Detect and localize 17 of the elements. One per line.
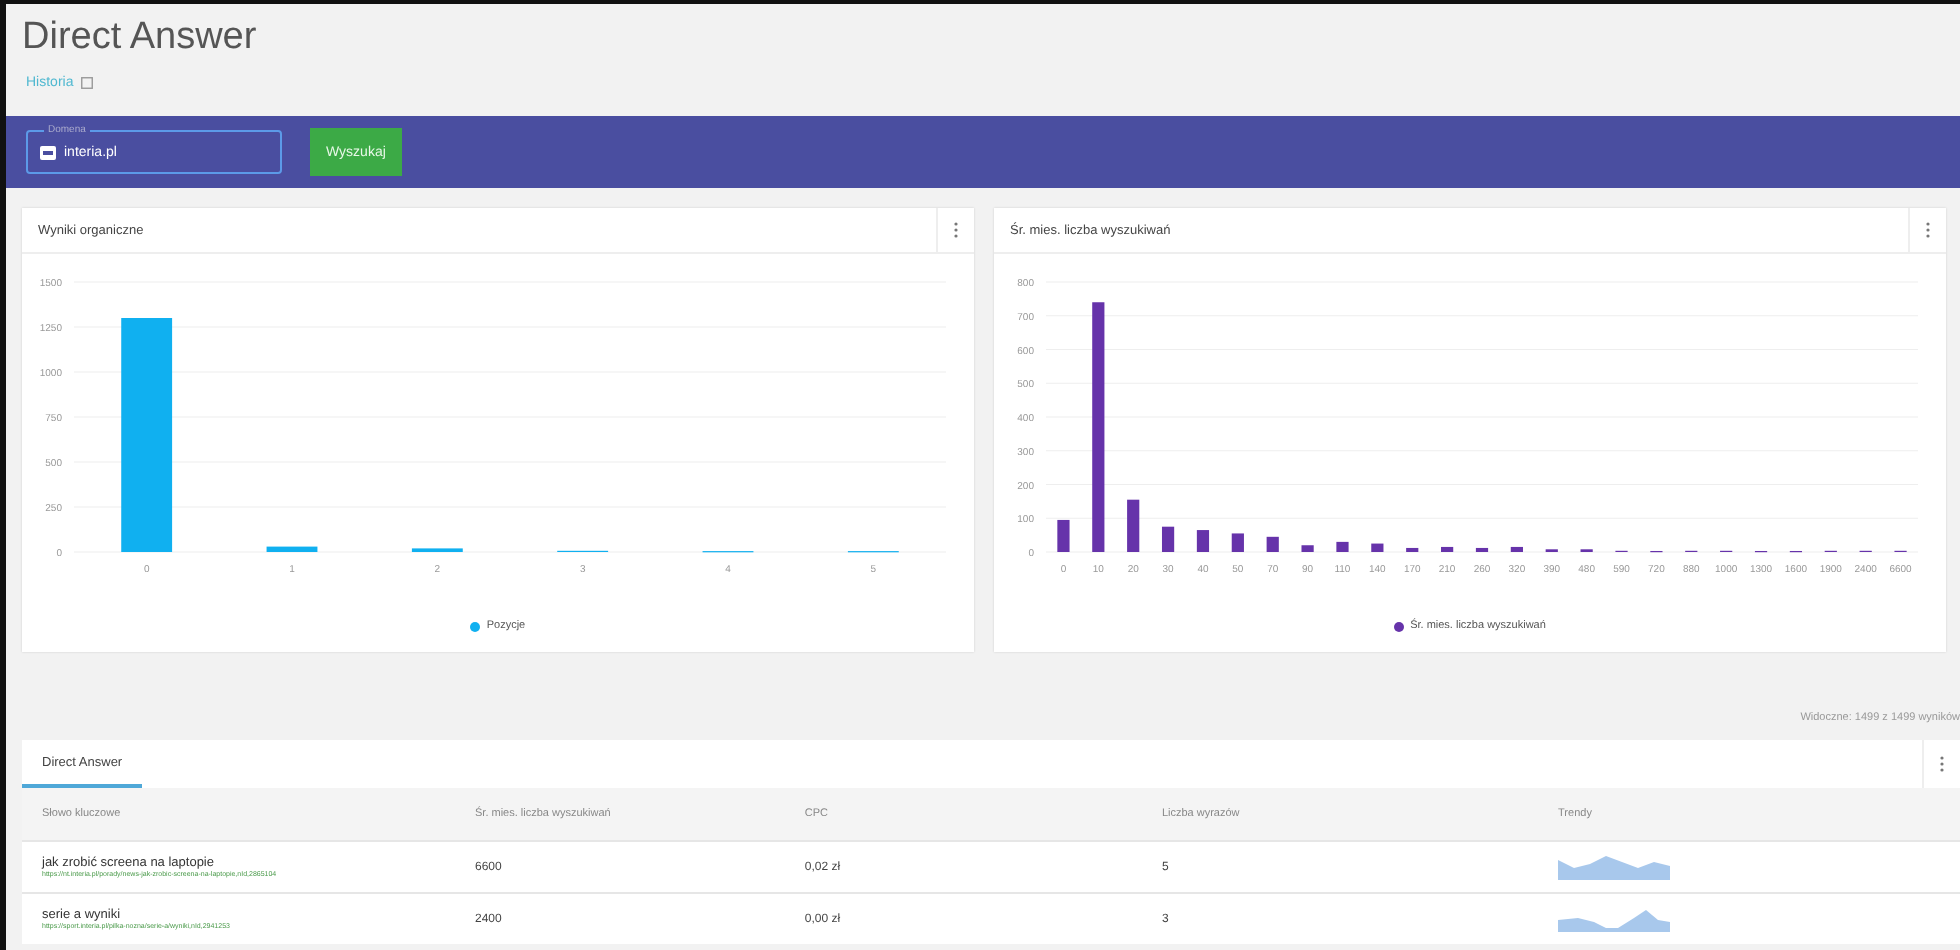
bar bbox=[1162, 526, 1175, 552]
page-title: Direct Answer bbox=[20, 14, 259, 60]
bar bbox=[1510, 546, 1523, 552]
bar bbox=[1441, 546, 1454, 552]
bar bbox=[1406, 547, 1419, 552]
trend-sparkline bbox=[1558, 851, 1671, 879]
bar bbox=[1127, 499, 1140, 552]
bar bbox=[1475, 547, 1489, 552]
bar bbox=[1336, 541, 1349, 552]
bar bbox=[1301, 545, 1314, 552]
bar bbox=[266, 546, 318, 552]
bar bbox=[1057, 519, 1070, 552]
bar bbox=[1371, 543, 1384, 552]
bar bbox=[1266, 536, 1279, 552]
copy-icon[interactable] bbox=[79, 75, 94, 89]
bar bbox=[1196, 530, 1210, 552]
bar bbox=[1231, 533, 1244, 552]
